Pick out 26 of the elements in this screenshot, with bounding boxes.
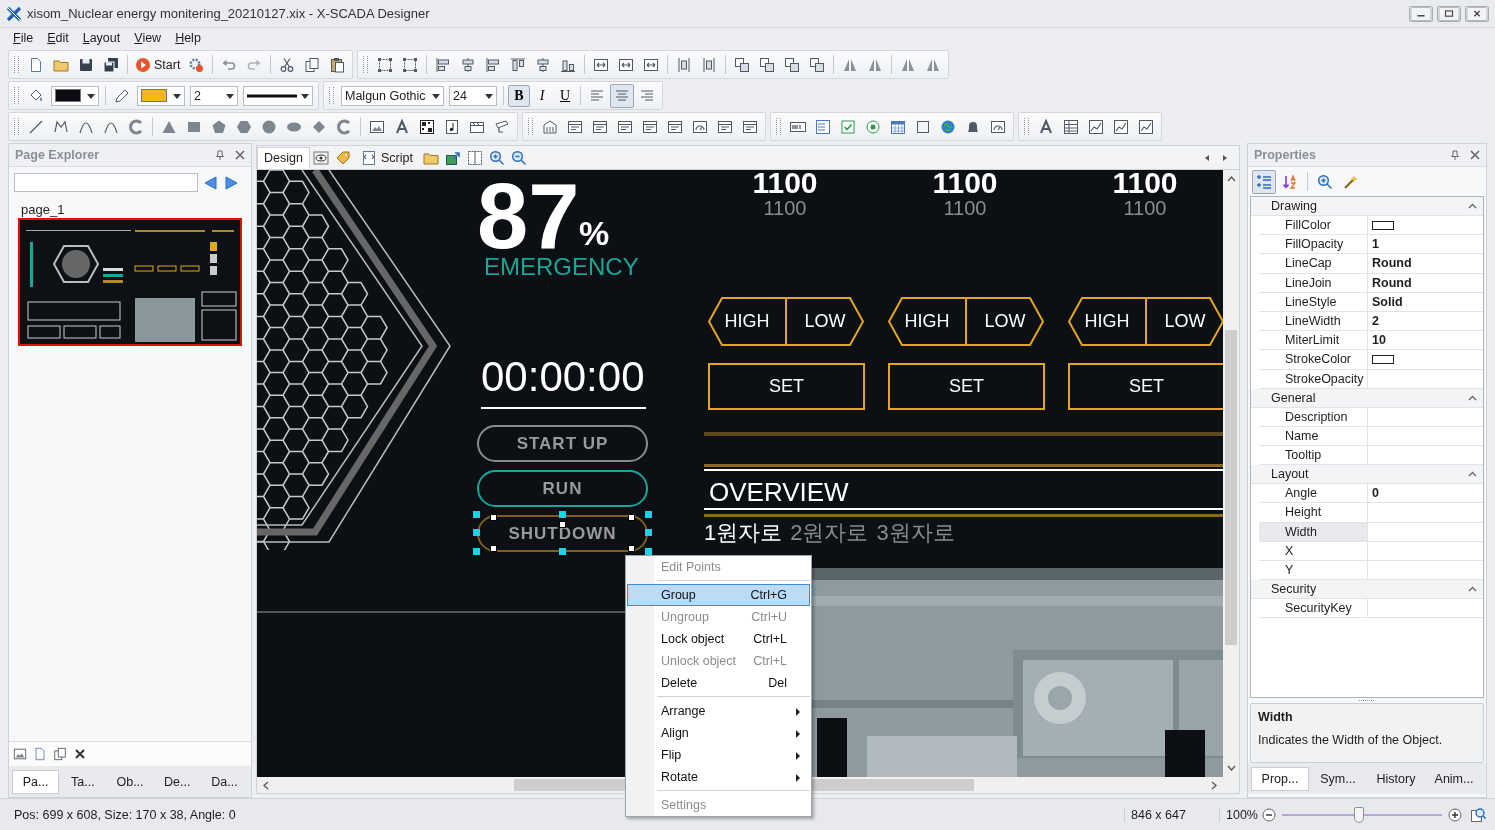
description-text: Indicates the Width of the Object. [1258,733,1444,747]
button-label: LOW [1164,311,1206,332]
button-label: LOW [804,311,846,332]
reactor-label: 2원자로 [790,520,869,546]
status-text: 100% [1219,807,1258,822]
gauge-value: 1100 [1111,170,1179,198]
status-text: 846 x 647 [1124,807,1213,822]
button-label: HIGH [1084,311,1130,332]
section-title: OVERVIEW [709,477,849,507]
gauge-subvalue: 1100 [762,198,808,218]
button-label: HIGH [904,311,950,332]
window-title: xisom_Nuclear energy monitering_20210127.xix - X-SCADA Designer [27,6,430,21]
reactor-label: 3원자로 [876,520,955,546]
button-label: HIGH [724,311,770,332]
reactor-label: 1원자로 [704,520,783,546]
unit-label: % [579,216,610,250]
panel-title: Page Explorer [15,148,101,162]
description-title: Width [1258,710,1294,724]
timer-text: 00:00:00 [481,356,646,409]
gauge-subvalue: 1100 [1122,198,1168,218]
gauge-value: 1100 [931,170,999,198]
panel-title: Properties [1254,148,1317,162]
gauge-subvalue: 1100 [942,198,988,218]
status-text: Pos: 699 x 608, Size: 170 x 38, Angle: 0 [14,807,237,822]
gauge-value: 1100 [751,170,819,198]
button-label: LOW [984,311,1026,332]
